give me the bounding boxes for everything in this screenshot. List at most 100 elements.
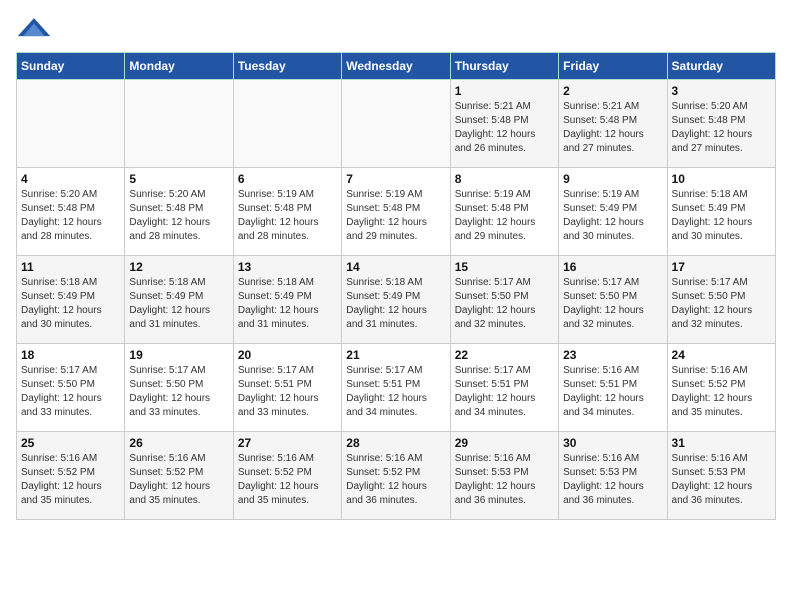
calendar-cell: 27 Sunrise: 5:16 AM Sunset: 5:52 PM Dayli… (233, 432, 341, 520)
calendar-cell: 4 Sunrise: 5:20 AM Sunset: 5:48 PM Daylig… (17, 168, 125, 256)
day-info: Sunrise: 5:16 AM Sunset: 5:52 PM Dayligh… (238, 452, 337, 508)
logo (16, 16, 56, 40)
day-info: Sunrise: 5:19 AM Sunset: 5:49 PM Dayligh… (563, 188, 662, 244)
calendar-cell: 15 Sunrise: 5:17 AM Sunset: 5:50 PM Dayli… (450, 256, 558, 344)
day-number: 13 (238, 260, 337, 274)
calendar-cell: 7Sunrise: 5:19 AM Sunset: 5:48 PM Daylig… (342, 168, 450, 256)
calendar-week-row: 11 Sunrise: 5:18 AM Sunset: 5:49 PM Dayli… (17, 256, 776, 344)
calendar-cell: 20 Sunrise: 5:17 AM Sunset: 5:51 PM Dayli… (233, 344, 341, 432)
calendar-cell: 3 Sunrise: 5:20 AM Sunset: 5:48 PM Daylig… (667, 80, 775, 168)
day-info: Sunrise: 5:17 AM Sunset: 5:50 PM Dayligh… (563, 276, 662, 332)
calendar-cell (233, 80, 341, 168)
weekday-header-wednesday: Wednesday (342, 53, 450, 80)
day-info: Sunrise: 5:20 AM Sunset: 5:48 PM Dayligh… (672, 100, 771, 156)
day-info: Sunrise: 5:19 AM Sunset: 5:48 PM Dayligh… (455, 188, 554, 244)
weekday-header-sunday: Sunday (17, 53, 125, 80)
day-info: Sunrise: 5:16 AM Sunset: 5:52 PM Dayligh… (672, 364, 771, 420)
day-number: 14 (346, 260, 445, 274)
day-number: 20 (238, 348, 337, 362)
day-number: 19 (129, 348, 228, 362)
day-info: Sunrise: 5:17 AM Sunset: 5:50 PM Dayligh… (455, 276, 554, 332)
day-number: 27 (238, 436, 337, 450)
day-info: Sunrise: 5:18 AM Sunset: 5:49 PM Dayligh… (346, 276, 445, 332)
day-info: Sunrise: 5:20 AM Sunset: 5:48 PM Dayligh… (129, 188, 228, 244)
day-number: 21 (346, 348, 445, 362)
day-info: Sunrise: 5:21 AM Sunset: 5:48 PM Dayligh… (563, 100, 662, 156)
day-number: 8 (455, 172, 554, 186)
calendar-cell: 23 Sunrise: 5:16 AM Sunset: 5:51 PM Dayli… (559, 344, 667, 432)
weekday-header-tuesday: Tuesday (233, 53, 341, 80)
calendar-cell: 19Sunrise: 5:17 AM Sunset: 5:50 PM Dayli… (125, 344, 233, 432)
day-number: 9 (563, 172, 662, 186)
calendar-cell: 28 Sunrise: 5:16 AM Sunset: 5:52 PM Dayli… (342, 432, 450, 520)
day-number: 28 (346, 436, 445, 450)
calendar-cell: 12Sunrise: 5:18 AM Sunset: 5:49 PM Dayli… (125, 256, 233, 344)
calendar-cell: 11 Sunrise: 5:18 AM Sunset: 5:49 PM Dayli… (17, 256, 125, 344)
calendar-cell: 1Sunrise: 5:21 AM Sunset: 5:48 PM Daylig… (450, 80, 558, 168)
day-number: 16 (563, 260, 662, 274)
day-number: 22 (455, 348, 554, 362)
calendar-cell: 25 Sunrise: 5:16 AM Sunset: 5:52 PM Dayli… (17, 432, 125, 520)
calendar-cell: 31 Sunrise: 5:16 AM Sunset: 5:53 PM Dayli… (667, 432, 775, 520)
day-info: Sunrise: 5:16 AM Sunset: 5:51 PM Dayligh… (563, 364, 662, 420)
calendar-cell: 17 Sunrise: 5:17 AM Sunset: 5:50 PM Dayli… (667, 256, 775, 344)
day-number: 12 (129, 260, 228, 274)
day-info: Sunrise: 5:18 AM Sunset: 5:49 PM Dayligh… (238, 276, 337, 332)
calendar-cell: 2 Sunrise: 5:21 AM Sunset: 5:48 PM Daylig… (559, 80, 667, 168)
calendar-cell: 5 Sunrise: 5:20 AM Sunset: 5:48 PM Daylig… (125, 168, 233, 256)
weekday-header-saturday: Saturday (667, 53, 775, 80)
day-info: Sunrise: 5:19 AM Sunset: 5:48 PM Dayligh… (238, 188, 337, 244)
logo-icon (16, 16, 52, 40)
day-info: Sunrise: 5:18 AM Sunset: 5:49 PM Dayligh… (672, 188, 771, 244)
weekday-header-thursday: Thursday (450, 53, 558, 80)
calendar-week-row: 18 Sunrise: 5:17 AM Sunset: 5:50 PM Dayli… (17, 344, 776, 432)
day-number: 18 (21, 348, 120, 362)
calendar-cell: 10 Sunrise: 5:18 AM Sunset: 5:49 PM Dayli… (667, 168, 775, 256)
day-info: Sunrise: 5:20 AM Sunset: 5:48 PM Dayligh… (21, 188, 120, 244)
page-header (16, 16, 776, 40)
calendar-week-row: 4 Sunrise: 5:20 AM Sunset: 5:48 PM Daylig… (17, 168, 776, 256)
calendar-cell: 8 Sunrise: 5:19 AM Sunset: 5:48 PM Daylig… (450, 168, 558, 256)
calendar-cell (342, 80, 450, 168)
weekday-header-friday: Friday (559, 53, 667, 80)
calendar-cell: 29Sunrise: 5:16 AM Sunset: 5:53 PM Dayli… (450, 432, 558, 520)
calendar-week-row: 1 Sunrise: 5:21 AM Sunset: 5:48 PM Daylig… (17, 80, 776, 168)
day-number: 5 (129, 172, 228, 186)
day-info: Sunrise: 5:16 AM Sunset: 5:53 PM Dayligh… (672, 452, 771, 508)
calendar-cell (17, 80, 125, 168)
day-number: 31 (672, 436, 771, 450)
calendar-cell: 18 Sunrise: 5:17 AM Sunset: 5:50 PM Dayli… (17, 344, 125, 432)
calendar-table: SundayMondayTuesdayWednesdayThursdayFrid… (16, 52, 776, 520)
day-number: 17 (672, 260, 771, 274)
calendar-cell: 21 Sunrise: 5:17 AM Sunset: 5:51 PM Dayli… (342, 344, 450, 432)
day-info: Sunrise: 5:17 AM Sunset: 5:51 PM Dayligh… (455, 364, 554, 420)
day-info: Sunrise: 5:17 AM Sunset: 5:51 PM Dayligh… (238, 364, 337, 420)
day-info: Sunrise: 5:17 AM Sunset: 5:51 PM Dayligh… (346, 364, 445, 420)
day-number: 29 (455, 436, 554, 450)
calendar-cell: 14 Sunrise: 5:18 AM Sunset: 5:49 PM Dayli… (342, 256, 450, 344)
day-info: Sunrise: 5:16 AM Sunset: 5:52 PM Dayligh… (346, 452, 445, 508)
day-info: Sunrise: 5:17 AM Sunset: 5:50 PM Dayligh… (672, 276, 771, 332)
day-number: 4 (21, 172, 120, 186)
day-info: Sunrise: 5:19 AM Sunset: 5:48 PM Dayligh… (346, 188, 445, 244)
day-number: 3 (672, 84, 771, 98)
day-number: 26 (129, 436, 228, 450)
calendar-cell (125, 80, 233, 168)
day-number: 30 (563, 436, 662, 450)
day-number: 15 (455, 260, 554, 274)
day-number: 1 (455, 84, 554, 98)
day-number: 25 (21, 436, 120, 450)
day-info: Sunrise: 5:17 AM Sunset: 5:50 PM Dayligh… (21, 364, 120, 420)
day-number: 10 (672, 172, 771, 186)
weekday-header-row: SundayMondayTuesdayWednesdayThursdayFrid… (17, 53, 776, 80)
calendar-cell: 16 Sunrise: 5:17 AM Sunset: 5:50 PM Dayli… (559, 256, 667, 344)
day-info: Sunrise: 5:16 AM Sunset: 5:53 PM Dayligh… (563, 452, 662, 508)
calendar-week-row: 25 Sunrise: 5:16 AM Sunset: 5:52 PM Dayli… (17, 432, 776, 520)
day-info: Sunrise: 5:16 AM Sunset: 5:52 PM Dayligh… (129, 452, 228, 508)
day-info: Sunrise: 5:16 AM Sunset: 5:52 PM Dayligh… (21, 452, 120, 508)
day-info: Sunrise: 5:18 AM Sunset: 5:49 PM Dayligh… (21, 276, 120, 332)
day-number: 2 (563, 84, 662, 98)
calendar-cell: 6Sunrise: 5:19 AM Sunset: 5:48 PM Daylig… (233, 168, 341, 256)
day-number: 23 (563, 348, 662, 362)
day-number: 11 (21, 260, 120, 274)
